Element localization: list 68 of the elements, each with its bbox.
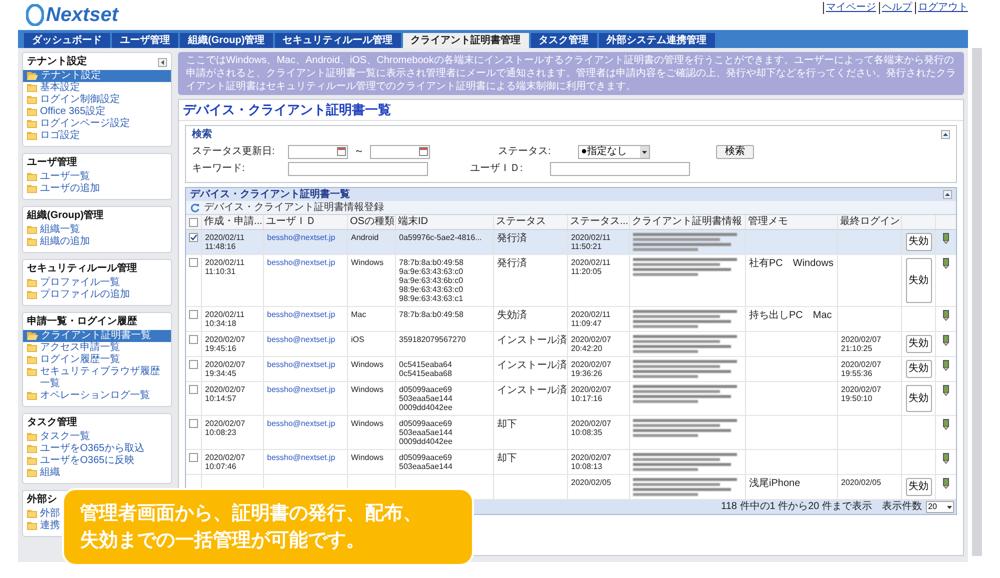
table-cell-text: 78:7b:8a:b0:49:58 9a:9e:63:43:63:c0 9a:9e:63:43:6b:c0 98:9e:63:43:63:c0 98:9e:63:43:63:c1: [399, 258, 465, 303]
table-cell-text: 2020/02/11 11:20:05: [571, 258, 612, 276]
table-cell-text: 却下: [497, 453, 518, 464]
sidebar-group-title: テナント設定: [27, 56, 87, 68]
grid-title: デバイス・クライアント証明書一覧: [190, 188, 350, 200]
table-cell-text: 2020/02/11 11:48:16: [205, 233, 246, 251]
sidebar-group-title: 外部シ: [27, 494, 57, 506]
table-cell: インストール済: [497, 385, 564, 396]
table-cell-text: 2020/02/07 10:14:57: [205, 385, 246, 403]
table-cell: インストール済: [497, 335, 564, 346]
page-size-label: 表示件数: [882, 501, 922, 513]
field-label: ステータス:: [498, 144, 552, 158]
sidebar-group-title: ユーザ管理: [27, 157, 77, 169]
table-cell-text: 78:7b:8a:b0:49:58: [399, 310, 465, 319]
table-cell-text: iOS: [351, 335, 366, 344]
sidebar-group-title: セキュリティルール管理: [27, 263, 137, 275]
table-cell-text: 2020/02/07 19:36:26: [571, 360, 612, 378]
table-cell-text: Windows: [351, 385, 384, 394]
table-cell-text: 持ち出しPC Mac: [749, 310, 833, 321]
table-cell-text: 2020/02/07 19:34:45: [205, 360, 246, 378]
callout-tooltip: 管理者画面から、証明書の発行、配布、 失効までの一括管理が可能です。: [62, 488, 474, 566]
table-cell: 社有PC Windows: [749, 258, 834, 269]
table-cell-text: Windows: [351, 360, 384, 369]
table-cell-text: 0c5415eaba64 0c5415eaba68: [399, 360, 453, 378]
table-cell-text: 失効済: [497, 310, 528, 321]
info-banner: ここではWindows、Mac、Android、iOS、Chromebookの各端末にインストールするクライアント証明書の管理を行うことができます。ユーザーによって各端末から発行の申請がされると、クライアント証明書一覧に表示され管理者にメールで通知されます。管理者は申請内容をご確認の上、発行や却下などを行ってください。発行されたクライアント証明書はセキュリティルール管理でのクライアント証明書による端末制御に利用できます。: [178, 52, 964, 95]
sidebar-group-title: 申請一覧・ログイン履歴: [27, 316, 137, 328]
table-cell-text: Windows: [351, 453, 384, 462]
table-cell-text: d05099aace69 503eaa5ae144: [399, 453, 454, 471]
table-cell-text: 2020/02/05: [841, 478, 882, 487]
sidebar-group-title: タスク管理: [27, 417, 77, 429]
table-cell-text: 浅尾iPhone: [749, 478, 802, 489]
table-cell-text: 2020/02/05: [571, 478, 612, 487]
table-cell-text: 2020/02/07 20:42:20: [571, 335, 612, 353]
page-title: デバイス・クライアント証明書一覧: [179, 100, 963, 121]
table-cell-text: 0a59976c-5ae2-4816...: [399, 233, 483, 242]
table-cell-text: 2020/02/07 21:10:25: [841, 335, 882, 353]
field-label: ユーザＩＤ:: [470, 162, 524, 176]
section-title: 検索: [192, 128, 212, 142]
table-cell-text: 2020/02/07 19:45:16: [205, 335, 246, 353]
table-cell-text: 2020/02/07 10:07:46: [205, 453, 246, 471]
table-cell-text: 発行済: [497, 258, 528, 269]
table-cell-text: 2020/02/07 10:08:23: [205, 419, 246, 437]
field-label: キーワード:: [192, 162, 246, 176]
table-cell-text: Windows: [351, 258, 384, 267]
table-cell-text: 2020/02/11 11:09:47: [571, 310, 612, 328]
table-cell-text: Mac: [351, 310, 368, 319]
table-cell-text: 2020/02/07 10:17:16: [571, 385, 612, 403]
table-cell-text: 却下: [497, 419, 518, 430]
table-cell-text: 2020/02/11 11:50:21: [571, 233, 612, 251]
table-cell-text: 2020/02/11 10:34:18: [205, 310, 246, 328]
table-cell-text: 2020/02/11 11:10:31: [205, 258, 246, 276]
table-cell-text: 2020/02/07 19:55:36: [841, 360, 882, 378]
sidebar-group-title: 組織(Group)管理: [27, 210, 104, 222]
logo: Nextset: [46, 3, 118, 27]
table-cell-text: 2020/02/07 10:08:35: [571, 419, 612, 437]
table-cell-text: 359182079567270: [399, 335, 467, 344]
table-cell-text: 発行済: [497, 233, 528, 244]
table-cell-text: 2020/02/07 10:08:13: [571, 453, 612, 471]
table-cell-text: d05099aace69 503eaa5ae144 0009dd4042ee: [399, 385, 454, 412]
pagination-summary: 118 件中の1 件から20 件まで表示: [721, 501, 872, 513]
field-label: ステータス更新日:: [192, 144, 276, 158]
table-cell-text: Windows: [351, 419, 384, 428]
table-cell-text: d05099aace69 503eaa5ae144 0009dd4042ee: [399, 419, 454, 446]
table-cell: インストール済: [497, 360, 564, 371]
table-cell-text: Android: [351, 233, 380, 242]
table-cell-text: 2020/02/07 19:50:10: [841, 385, 882, 403]
range-separator: ～: [354, 145, 364, 159]
